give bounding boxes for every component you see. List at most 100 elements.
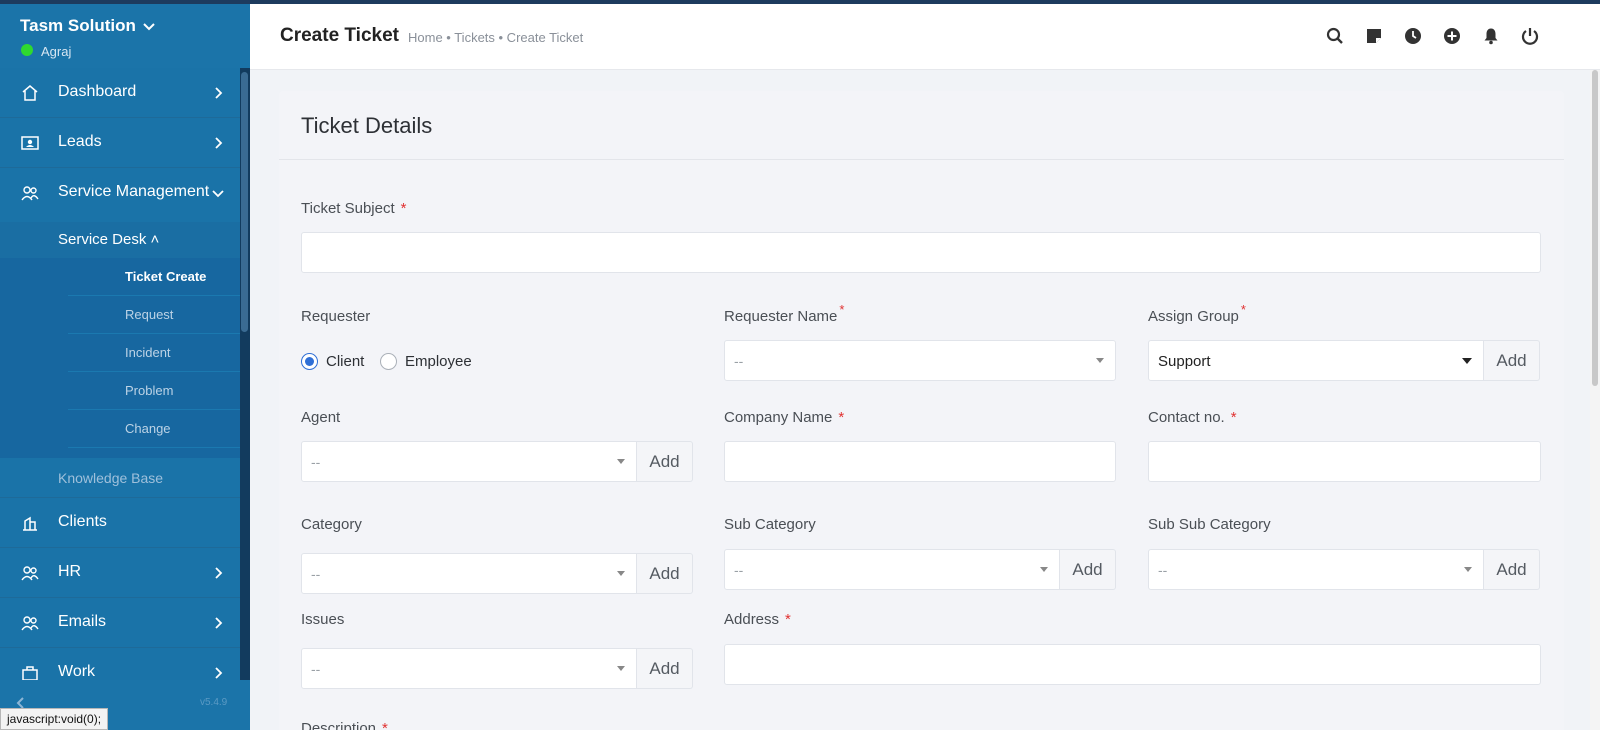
chevron-right-icon bbox=[215, 567, 223, 579]
assign-group-value: Support bbox=[1158, 353, 1211, 370]
sidebar-item-dashboard[interactable]: Dashboard bbox=[0, 68, 240, 118]
category-value: -- bbox=[311, 566, 321, 582]
add-circle-icon[interactable] bbox=[1442, 26, 1462, 46]
sidebar-item-hr[interactable]: HR bbox=[0, 548, 240, 598]
sub-sub-category-label: Sub Sub Category bbox=[1148, 516, 1271, 533]
sidebar-item-change[interactable]: Change bbox=[68, 410, 240, 448]
employee-radio[interactable] bbox=[380, 353, 397, 370]
required-mark: * bbox=[1230, 409, 1237, 426]
breadcrumb[interactable]: Home • Tickets • Create Ticket bbox=[408, 30, 583, 45]
agent-select[interactable]: -- bbox=[301, 441, 637, 482]
label-text: Requester Name bbox=[724, 308, 838, 325]
online-status-dot bbox=[21, 44, 33, 56]
sticky-note-icon[interactable] bbox=[1364, 26, 1384, 46]
sidebar-item-emails[interactable]: Emails bbox=[0, 598, 240, 648]
status-bar-url: javascript:void(0); bbox=[0, 708, 109, 730]
chevron-right-icon bbox=[215, 137, 223, 149]
page-scroll-thumb[interactable] bbox=[1592, 70, 1598, 386]
company-name-input[interactable] bbox=[724, 441, 1116, 482]
submenu-label: Incident bbox=[125, 345, 171, 360]
add-issue-button[interactable]: Add bbox=[637, 648, 693, 689]
chevron-right-icon bbox=[215, 87, 223, 99]
contact-no-input[interactable] bbox=[1148, 441, 1541, 482]
user-name: Agraj bbox=[41, 44, 72, 59]
issues-select[interactable]: -- bbox=[301, 648, 637, 689]
sub-category-select[interactable]: -- bbox=[724, 549, 1060, 590]
users-icon bbox=[21, 566, 39, 581]
ticket-subject-label: Ticket Subject * bbox=[301, 200, 407, 217]
sidebar-scrollbar[interactable] bbox=[240, 68, 250, 680]
add-agent-button[interactable]: Add bbox=[637, 441, 693, 482]
bell-icon[interactable] bbox=[1481, 26, 1501, 46]
add-category-button[interactable]: Add bbox=[637, 553, 693, 594]
users-icon bbox=[21, 616, 39, 631]
power-icon[interactable] bbox=[1520, 26, 1540, 46]
agent-label: Agent bbox=[301, 409, 341, 426]
ticket-subject-input[interactable] bbox=[301, 232, 1541, 273]
sidebar-item-ticket-create[interactable]: Ticket Create bbox=[68, 258, 240, 296]
submenu-label: Problem bbox=[125, 383, 174, 398]
sidebar-item-clients[interactable]: Clients bbox=[0, 498, 240, 548]
add-sub-category-button[interactable]: Add bbox=[1060, 549, 1116, 590]
sidebar-item-label: Clients bbox=[58, 513, 107, 530]
page-header: Create Ticket Home • Tickets • Create Ti… bbox=[250, 4, 1600, 70]
sidebar-item-leads[interactable]: Leads bbox=[0, 118, 240, 168]
knowledge-base-label: Knowledge Base bbox=[58, 470, 164, 486]
chevron-right-icon bbox=[215, 617, 223, 629]
add-assign-group-button[interactable]: Add bbox=[1484, 340, 1540, 381]
card-header: Ticket Details bbox=[279, 91, 1564, 160]
service-desk-label: Service Desk ˄ bbox=[58, 231, 160, 248]
label-text: Contact no. bbox=[1148, 409, 1225, 426]
dropdown-caret-icon bbox=[1462, 358, 1472, 364]
requester-name-select[interactable]: -- bbox=[724, 340, 1116, 381]
company-name-label: Company Name * bbox=[724, 409, 844, 426]
sidebar-scroll-thumb[interactable] bbox=[241, 72, 248, 332]
requester-name-value: -- bbox=[734, 353, 744, 369]
label-text: Ticket Subject bbox=[301, 200, 395, 217]
submenu-label: Ticket Create bbox=[125, 269, 207, 284]
dropdown-caret-icon bbox=[617, 666, 625, 671]
description-label: Description * bbox=[301, 720, 388, 730]
add-sub-sub-category-button[interactable]: Add bbox=[1484, 549, 1540, 590]
required-mark: * bbox=[1240, 302, 1246, 317]
sidebar-item-service-management[interactable]: Service Management bbox=[0, 168, 240, 218]
search-icon[interactable] bbox=[1325, 26, 1345, 46]
brand-header[interactable]: Tasm Solution Agraj bbox=[0, 4, 250, 68]
sub-sub-category-select[interactable]: -- bbox=[1148, 549, 1484, 590]
sidebar-item-incident[interactable]: Incident bbox=[68, 334, 240, 372]
chevron-right-icon bbox=[215, 667, 223, 679]
category-label: Category bbox=[301, 516, 362, 533]
assign-group-label: Assign Group * bbox=[1148, 302, 1246, 325]
required-mark: * bbox=[838, 409, 845, 426]
requester-label: Requester bbox=[301, 308, 371, 325]
employee-radio-label[interactable]: Employee bbox=[405, 353, 472, 370]
client-radio[interactable] bbox=[301, 353, 318, 370]
label-text: Assign Group bbox=[1148, 308, 1239, 325]
brand-name[interactable]: Tasm Solution bbox=[20, 16, 136, 36]
sidebar-item-service-desk[interactable]: Service Desk ˄ bbox=[0, 222, 240, 258]
assign-group-select[interactable]: Support bbox=[1148, 340, 1484, 381]
sidebar-item-label: Emails bbox=[58, 613, 107, 630]
top-strip bbox=[0, 0, 1600, 4]
ticket-details-card: Ticket Details Ticket Subject * Requester… bbox=[279, 91, 1564, 730]
address-input[interactable] bbox=[724, 644, 1541, 685]
issues-label: Issues bbox=[301, 611, 345, 628]
sidebar-item-knowledge-base[interactable]: Knowledge Base bbox=[0, 458, 240, 498]
service-desk-submenu: Ticket Create Request Incident Problem C… bbox=[0, 258, 240, 458]
clock-icon[interactable] bbox=[1403, 26, 1423, 46]
page-scrollbar[interactable] bbox=[1590, 70, 1600, 730]
category-select[interactable]: -- bbox=[301, 553, 637, 594]
sidebar-item-request[interactable]: Request bbox=[68, 296, 240, 334]
chevron-down-icon[interactable] bbox=[140, 18, 158, 36]
dropdown-caret-icon bbox=[617, 571, 625, 576]
sidebar-item-label: Service Management bbox=[58, 183, 210, 200]
required-mark: * bbox=[839, 302, 845, 317]
label-text: Description bbox=[301, 720, 377, 730]
sidebar-item-label: Leads bbox=[58, 133, 102, 150]
sidebar-item-problem[interactable]: Problem bbox=[68, 372, 240, 410]
address-label: Address * bbox=[724, 611, 791, 628]
label-text: Address bbox=[724, 611, 780, 628]
dropdown-caret-icon bbox=[1040, 567, 1048, 572]
label-text: Company Name bbox=[724, 409, 833, 426]
client-radio-label[interactable]: Client bbox=[326, 353, 364, 370]
